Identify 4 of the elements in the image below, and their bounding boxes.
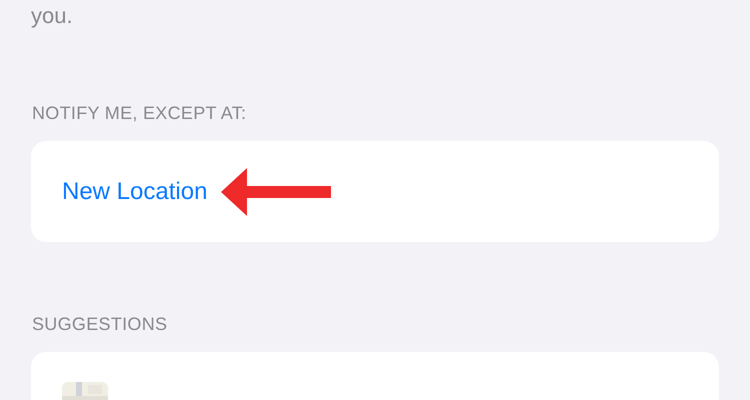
section-header: SUGGESTIONS bbox=[31, 313, 168, 335]
description-text: you. bbox=[31, 3, 74, 29]
new-location-link[interactable]: New Location bbox=[62, 178, 208, 206]
section-header: NOTIFY ME, EXCEPT AT: bbox=[31, 102, 248, 124]
